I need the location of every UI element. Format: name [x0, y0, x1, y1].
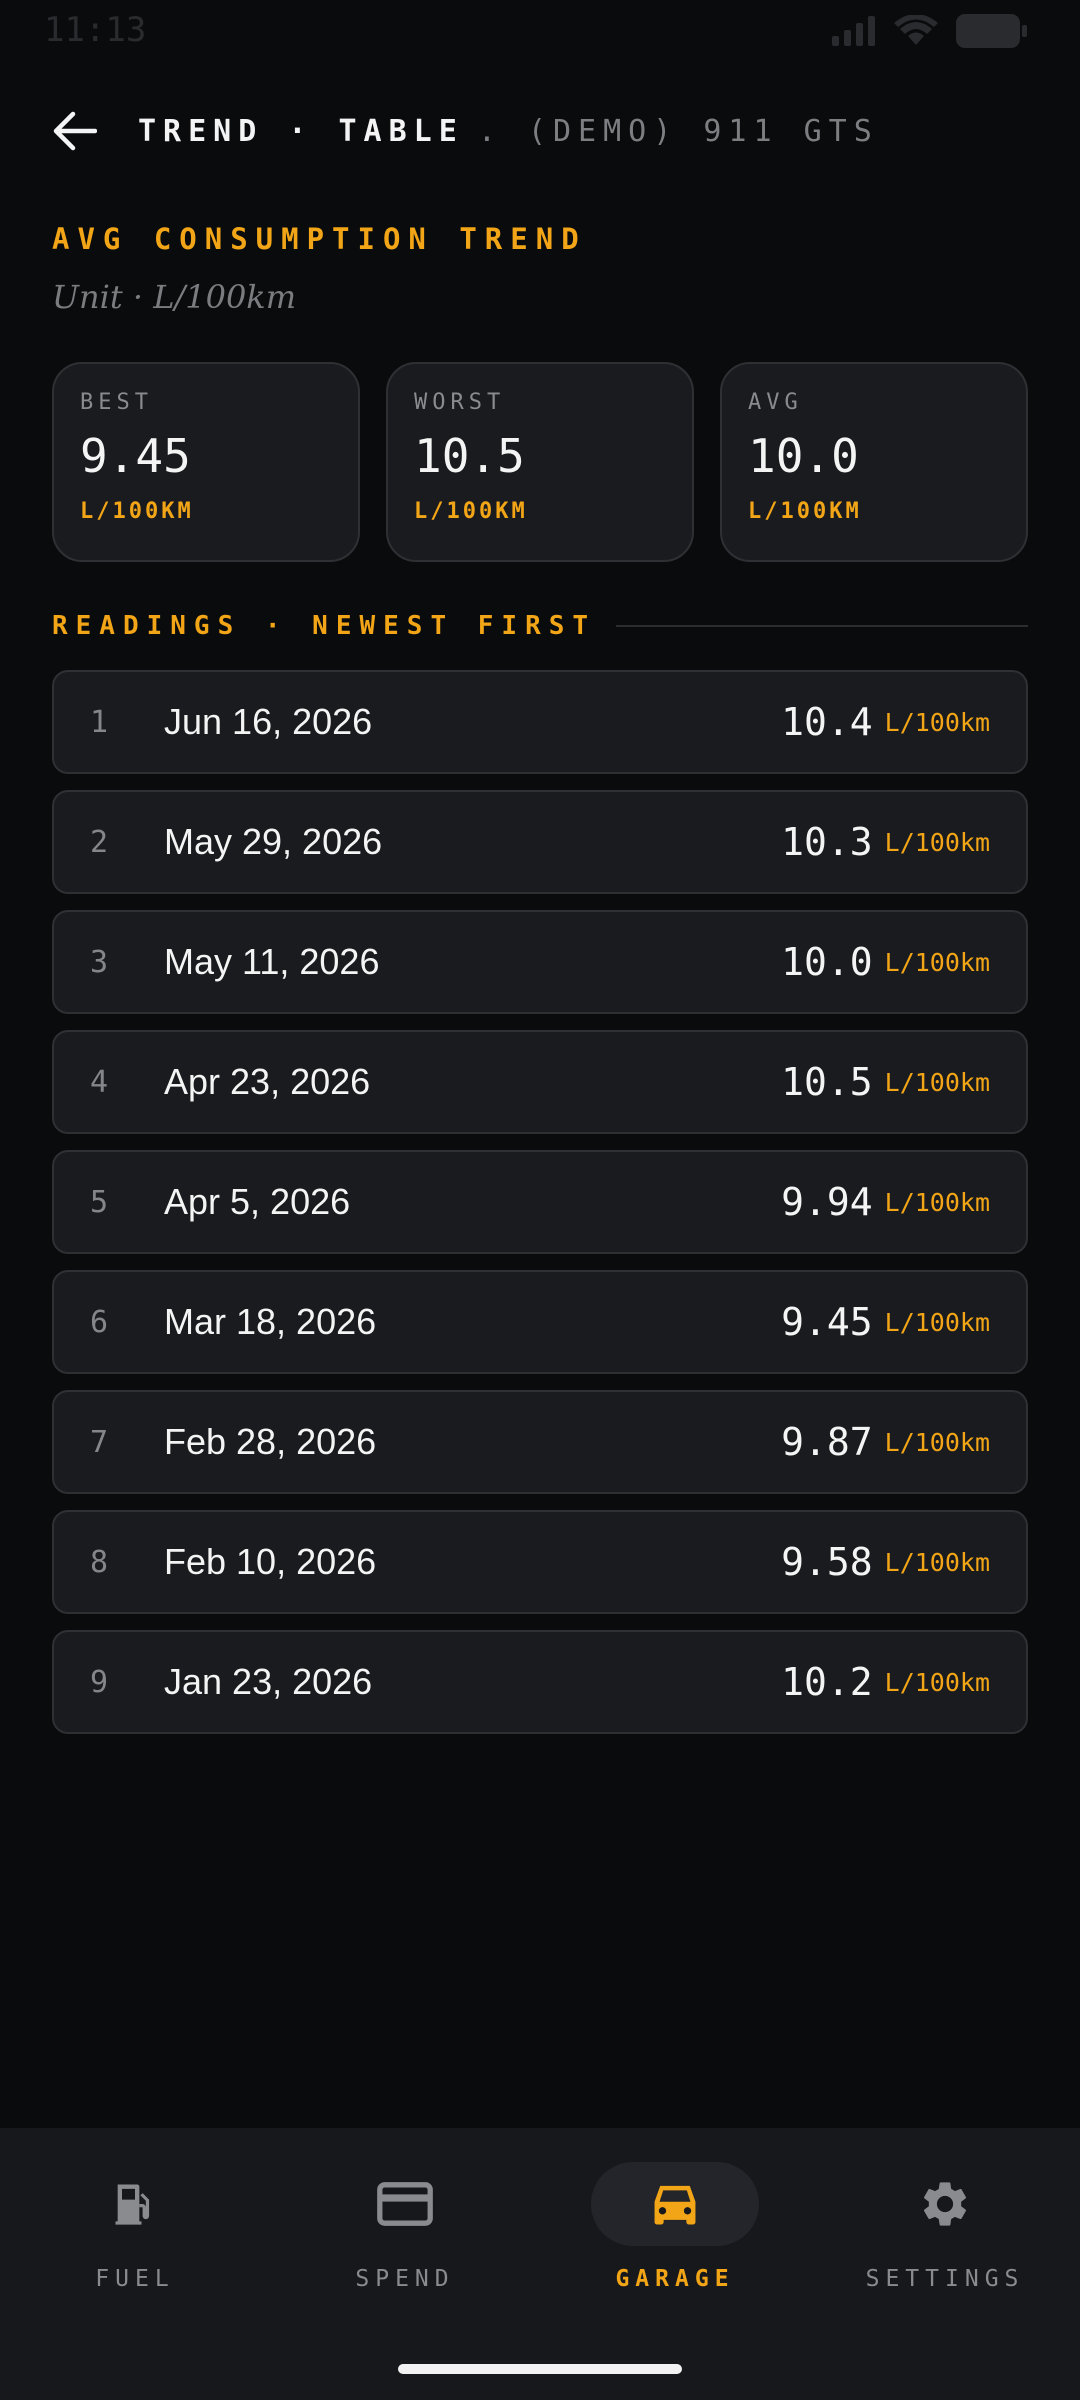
- battery-icon: [956, 14, 1028, 52]
- row-index: 1: [90, 704, 109, 740]
- stat-value: 9.45: [80, 429, 191, 483]
- table-row[interactable]: 4 Apr 23, 2026 10.5 L/100km: [52, 1030, 1028, 1134]
- row-date: Feb 28, 2026: [164, 1421, 377, 1462]
- readings-list: 1 Jun 16, 2026 10.4 L/100km 2 May 29, 20…: [52, 670, 1028, 1750]
- arrow-left-icon: [53, 111, 97, 151]
- row-value: 9.45: [781, 1300, 873, 1344]
- row-index: 7: [90, 1424, 109, 1460]
- table-row[interactable]: 8 Feb 10, 2026 9.58 L/100km: [52, 1510, 1028, 1614]
- row-index: 6: [90, 1304, 109, 1340]
- stat-label: AVG: [748, 390, 803, 415]
- stat-value: 10.0: [748, 429, 859, 483]
- section-title: AVG CONSUMPTION TREND: [52, 222, 587, 256]
- row-unit: L/100km: [884, 1547, 990, 1577]
- stat-value: 10.5: [414, 429, 525, 483]
- row-unit: L/100km: [884, 947, 990, 977]
- row-index: 8: [90, 1544, 109, 1580]
- row-date: Apr 23, 2026: [164, 1061, 371, 1102]
- row-index: 9: [90, 1664, 109, 1700]
- stat-card-worst: WORST 10.5 L/100KM: [386, 362, 694, 562]
- row-unit: L/100km: [884, 1067, 990, 1097]
- table-row[interactable]: 2 May 29, 2026 10.3 L/100km: [52, 790, 1028, 894]
- row-value: 9.87: [781, 1420, 873, 1464]
- nav-icon-container: [861, 2162, 1029, 2246]
- row-value: 10.0: [781, 940, 873, 984]
- stat-unit: L/100KM: [80, 499, 194, 524]
- stat-label: BEST: [80, 390, 153, 415]
- nav-icon-container: [321, 2162, 489, 2246]
- credit-card-icon: [377, 2182, 433, 2226]
- row-unit: L/100km: [884, 707, 990, 737]
- nav-label: SPEND: [355, 2266, 455, 2292]
- row-date: Feb 10, 2026: [164, 1541, 377, 1582]
- nav-item-fuel[interactable]: FUEL: [0, 2128, 270, 2328]
- stat-card-avg: AVG 10.0 L/100KM: [720, 362, 1028, 562]
- row-unit: L/100km: [884, 1307, 990, 1337]
- row-date: May 29, 2026: [164, 821, 383, 862]
- status-icons: [832, 14, 1028, 52]
- home-indicator[interactable]: [398, 2364, 682, 2374]
- nav-items: FUEL SPEND GARAGE SETTINGS: [0, 2128, 1080, 2328]
- status-bar: 11:13: [0, 0, 1080, 64]
- divider: [616, 625, 1028, 627]
- row-unit: L/100km: [884, 1187, 990, 1217]
- readings-header: READINGS · NEWEST FIRST: [52, 610, 1028, 642]
- nav-item-garage[interactable]: GARAGE: [540, 2128, 810, 2328]
- row-value: 9.94: [781, 1180, 873, 1224]
- row-unit: L/100km: [884, 1427, 990, 1457]
- row-value: 9.58: [781, 1540, 873, 1584]
- table-row[interactable]: 7 Feb 28, 2026 9.87 L/100km: [52, 1390, 1028, 1494]
- row-value: 10.2: [781, 1660, 873, 1704]
- row-index: 2: [90, 824, 109, 860]
- nav-icon-container: [591, 2162, 759, 2246]
- page-title: TREND · TABLE: [138, 113, 464, 149]
- stat-card-best: BEST 9.45 L/100KM: [52, 362, 360, 562]
- readings-title: READINGS · NEWEST FIRST: [52, 611, 597, 641]
- row-unit: L/100km: [884, 1667, 990, 1697]
- page: 11:13 TREND · TABLE . (DEMO) 911 GTS AVG…: [0, 0, 1080, 2400]
- stat-unit: L/100KM: [414, 499, 528, 524]
- row-unit: L/100km: [884, 827, 990, 857]
- row-date: Jun 16, 2026: [164, 701, 373, 742]
- wifi-icon: [894, 14, 938, 51]
- vehicle-name: . (DEMO) 911 GTS: [477, 113, 879, 149]
- row-index: 4: [90, 1064, 109, 1100]
- row-date: Jan 23, 2026: [164, 1661, 373, 1702]
- nav-item-spend[interactable]: SPEND: [270, 2128, 540, 2328]
- header: TREND · TABLE . (DEMO) 911 GTS: [52, 108, 879, 154]
- stats-row: BEST 9.45 L/100KM WORST 10.5 L/100KM AVG…: [52, 362, 1028, 562]
- row-value: 10.3: [781, 820, 873, 864]
- signal-icon: [832, 16, 876, 50]
- status-time: 11:13: [44, 10, 147, 50]
- bottom-nav: FUEL SPEND GARAGE SETTINGS: [0, 2128, 1080, 2400]
- stat-unit: L/100KM: [748, 499, 862, 524]
- nav-label: SETTINGS: [865, 2266, 1025, 2292]
- nav-icon-container: [51, 2162, 219, 2246]
- table-row[interactable]: 9 Jan 23, 2026 10.2 L/100km: [52, 1630, 1028, 1734]
- nav-label: GARAGE: [615, 2266, 735, 2292]
- car-icon: [654, 2185, 696, 2225]
- table-row[interactable]: 3 May 11, 2026 10.0 L/100km: [52, 910, 1028, 1014]
- row-value: 10.4: [781, 700, 873, 744]
- fuel-pump-icon: [115, 2184, 150, 2225]
- table-row[interactable]: 5 Apr 5, 2026 9.94 L/100km: [52, 1150, 1028, 1254]
- table-row[interactable]: 6 Mar 18, 2026 9.45 L/100km: [52, 1270, 1028, 1374]
- nav-label: FUEL: [95, 2266, 175, 2292]
- table-row[interactable]: 1 Jun 16, 2026 10.4 L/100km: [52, 670, 1028, 774]
- gear-icon: [923, 2182, 967, 2226]
- back-button[interactable]: [52, 108, 98, 154]
- row-value: 10.5: [781, 1060, 873, 1104]
- row-index: 5: [90, 1184, 109, 1220]
- row-index: 3: [90, 944, 109, 980]
- stat-label: WORST: [414, 390, 506, 415]
- unit-line: Unit · L/100km: [52, 278, 297, 316]
- row-date: Apr 5, 2026: [164, 1181, 351, 1222]
- row-date: Mar 18, 2026: [164, 1301, 377, 1342]
- row-date: May 11, 2026: [164, 941, 380, 982]
- nav-item-settings[interactable]: SETTINGS: [810, 2128, 1080, 2328]
